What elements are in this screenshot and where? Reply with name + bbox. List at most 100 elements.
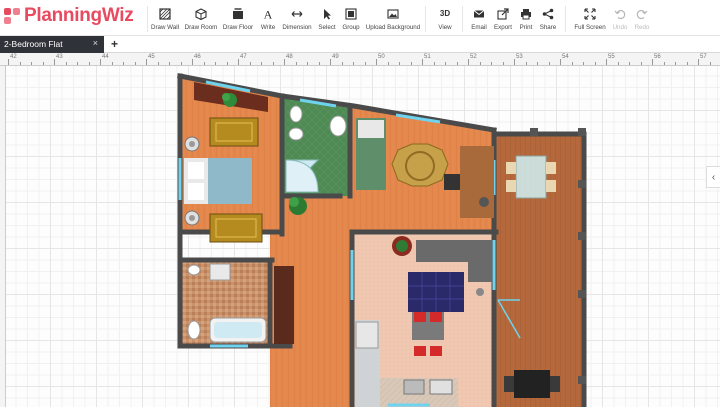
share-icon bbox=[542, 8, 554, 20]
ruler-label: 45 bbox=[148, 54, 155, 60]
ruler-tick bbox=[640, 62, 642, 65]
redo-button[interactable]: Redo bbox=[612, 8, 672, 31]
ruler-label: 52 bbox=[470, 54, 477, 60]
ruler-tick bbox=[261, 62, 262, 65]
add-tab-button[interactable]: + bbox=[111, 37, 118, 51]
ruler-tick bbox=[560, 59, 561, 65]
ruler-label: 43 bbox=[56, 54, 63, 60]
logo-mark-icon bbox=[4, 8, 20, 24]
upload-background-button[interactable]: Upload Background bbox=[363, 8, 423, 31]
ruler-label: 44 bbox=[102, 54, 109, 60]
tab-2-bedroom-flat[interactable]: 2-Bedroom Flat × bbox=[0, 36, 104, 53]
toolbar-divider bbox=[425, 6, 426, 32]
ruler-tick bbox=[88, 62, 90, 65]
ruler-tick bbox=[491, 62, 492, 65]
ruler-tick bbox=[215, 62, 216, 65]
planningwiz-app: PlanningWiz Draw Wall Draw Room Draw Floor… bbox=[0, 0, 720, 407]
ruler-tick bbox=[468, 59, 469, 65]
ruler-tick bbox=[192, 59, 193, 65]
design-canvas[interactable]: ‹ bbox=[6, 66, 720, 407]
ruler-label: 56 bbox=[654, 54, 661, 60]
tab-bar: 2-Bedroom Flat × + bbox=[0, 36, 720, 53]
ruler-tick bbox=[272, 62, 274, 65]
ruler-tick bbox=[226, 62, 228, 65]
ruler-label: 51 bbox=[424, 54, 431, 60]
side-panel-toggle[interactable]: ‹ bbox=[706, 166, 720, 188]
ruler-tick bbox=[698, 59, 699, 65]
ruler-tick bbox=[134, 62, 136, 65]
ruler-tick bbox=[675, 62, 676, 65]
ruler-tick bbox=[525, 62, 527, 65]
ruler-label: 53 bbox=[516, 54, 523, 60]
ruler-label: 48 bbox=[286, 54, 293, 60]
ruler-tick bbox=[456, 62, 458, 65]
ruler-tick bbox=[410, 62, 412, 65]
ruler-label: 55 bbox=[608, 54, 615, 60]
redo-icon bbox=[636, 9, 648, 20]
ruler-tick bbox=[422, 59, 423, 65]
ruler-label: 46 bbox=[194, 54, 201, 60]
tab-label: 2-Bedroom Flat bbox=[4, 39, 63, 49]
ruler-tick bbox=[307, 62, 308, 65]
ruler-tick bbox=[77, 62, 78, 65]
ruler-tick bbox=[606, 59, 607, 65]
ruler-tick bbox=[617, 62, 619, 65]
ruler-tick bbox=[42, 62, 44, 65]
ruler-tick bbox=[8, 59, 9, 65]
wall-hatch-icon bbox=[159, 8, 171, 20]
ruler-label: 54 bbox=[562, 54, 569, 60]
ruler-tick bbox=[445, 62, 446, 65]
close-tab-icon[interactable]: × bbox=[93, 38, 98, 48]
floor-plan bbox=[177, 73, 587, 407]
ruler-label: 50 bbox=[378, 54, 385, 60]
ruler-tick bbox=[594, 62, 596, 65]
ruler-tick bbox=[663, 62, 665, 65]
ruler-tick bbox=[364, 62, 366, 65]
group-icon bbox=[345, 8, 357, 20]
ruler-tick bbox=[19, 62, 21, 65]
brand-name: PlanningWiz bbox=[24, 5, 134, 26]
brand-logo[interactable]: PlanningWiz bbox=[4, 2, 134, 30]
ruler-label: 47 bbox=[240, 54, 247, 60]
ruler-tick bbox=[203, 62, 205, 65]
ruler-label: 57 bbox=[700, 54, 707, 60]
ruler-tick bbox=[353, 62, 354, 65]
tool-label: Group bbox=[342, 24, 360, 31]
cube-icon bbox=[195, 8, 207, 20]
ruler-tick bbox=[100, 59, 101, 65]
ruler-tick bbox=[249, 62, 251, 65]
horizontal-ruler: 42 43 44 45 46 47 48 49 50 51 52 53 54 55 56 57 bbox=[0, 53, 720, 66]
ruler-tick bbox=[376, 59, 377, 65]
ruler-tick bbox=[341, 62, 343, 65]
ruler-tick bbox=[31, 62, 32, 65]
image-icon bbox=[387, 9, 399, 19]
ruler-tick bbox=[652, 59, 653, 65]
toolbar-divider bbox=[565, 6, 566, 32]
header-toolbar: PlanningWiz Draw Wall Draw Room Draw Floor… bbox=[0, 0, 720, 36]
ruler-tick bbox=[238, 59, 239, 65]
tool-label: Share bbox=[539, 24, 557, 31]
ruler-tick bbox=[157, 62, 159, 65]
ruler-tick bbox=[537, 62, 538, 65]
ruler-tick bbox=[399, 62, 400, 65]
ruler-tick bbox=[111, 62, 113, 65]
ruler-tick bbox=[502, 62, 504, 65]
toolbar-divider bbox=[462, 6, 463, 32]
ruler-tick bbox=[571, 62, 573, 65]
ruler-tick bbox=[146, 59, 147, 65]
ruler-tick bbox=[330, 59, 331, 65]
ruler-tick bbox=[284, 59, 285, 65]
tool-label: Redo bbox=[634, 24, 650, 31]
ruler-tick bbox=[629, 62, 630, 65]
ruler-tick bbox=[686, 62, 688, 65]
ruler-tick bbox=[479, 62, 481, 65]
ruler-tick bbox=[583, 62, 584, 65]
ruler-tick bbox=[295, 62, 297, 65]
ruler-tick bbox=[318, 62, 320, 65]
ruler-label: 42 bbox=[10, 54, 17, 60]
tool-label: Upload Background bbox=[365, 24, 421, 31]
ruler-label: 49 bbox=[332, 54, 339, 60]
ruler-tick bbox=[169, 62, 170, 65]
ruler-tick bbox=[548, 62, 550, 65]
ruler-tick bbox=[65, 62, 67, 65]
